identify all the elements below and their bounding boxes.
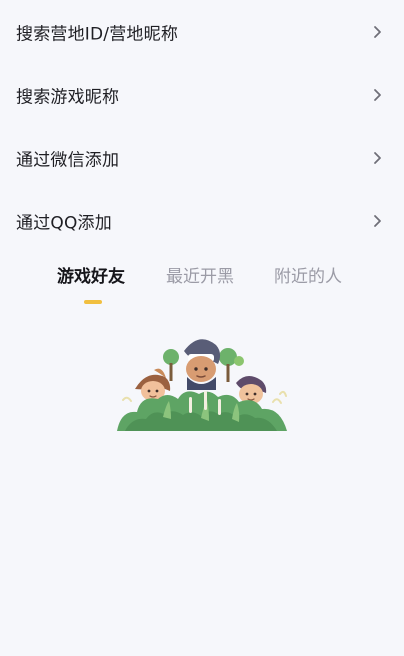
chevron-right-icon bbox=[374, 214, 381, 227]
search-game-nickname-label: 搜索游戏昵称 bbox=[16, 87, 120, 107]
add-friend-menu: 搜索营地ID/营地昵称 搜索游戏昵称 通过微信添加 通过QQ添加 bbox=[0, 0, 404, 252]
search-camp-id-row[interactable]: 搜索营地ID/营地昵称 bbox=[0, 0, 404, 63]
chevron-right-icon bbox=[374, 88, 381, 101]
chevron-right-icon bbox=[374, 25, 381, 38]
add-via-wechat-label: 通过微信添加 bbox=[16, 150, 120, 170]
tab-recent-teammates[interactable]: 最近开黑 bbox=[166, 262, 234, 287]
search-camp-id-label: 搜索营地ID/营地昵称 bbox=[16, 24, 179, 44]
tab-nearby-people[interactable]: 附近的人 bbox=[274, 262, 342, 287]
empty-state-illustration bbox=[117, 339, 287, 431]
add-via-qq-label: 通过QQ添加 bbox=[16, 213, 112, 233]
tab-game-friends[interactable]: 游戏好友 bbox=[57, 262, 125, 287]
friend-tabs: 游戏好友 最近开黑 附近的人 bbox=[0, 262, 404, 310]
add-via-qq-row[interactable]: 通过QQ添加 bbox=[0, 189, 404, 252]
chevron-right-icon bbox=[374, 151, 381, 164]
search-game-nickname-row[interactable]: 搜索游戏昵称 bbox=[0, 63, 404, 126]
active-tab-indicator bbox=[84, 300, 102, 304]
add-via-wechat-row[interactable]: 通过微信添加 bbox=[0, 126, 404, 189]
